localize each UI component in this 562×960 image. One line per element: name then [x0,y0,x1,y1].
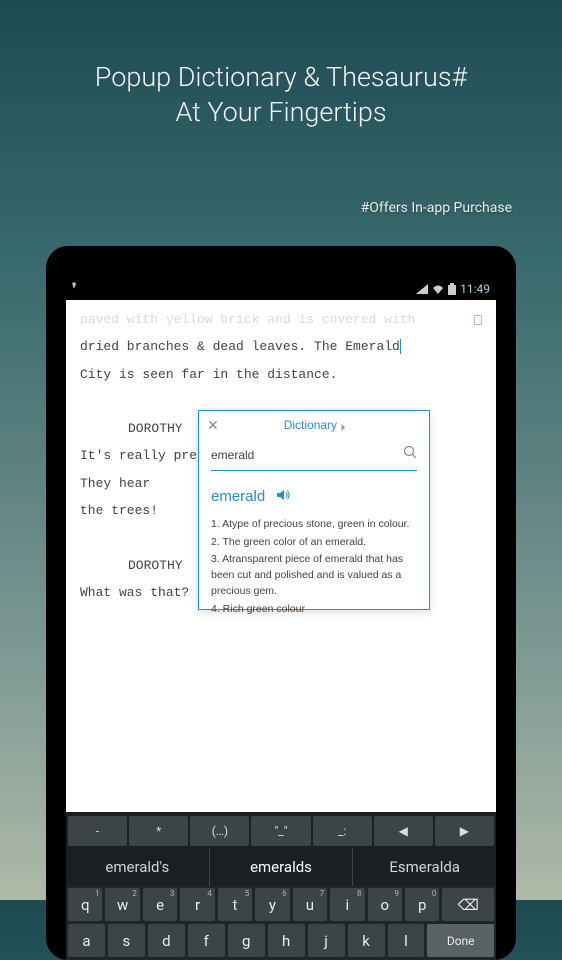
toolbar-key-dash[interactable]: - [68,816,127,846]
battery-icon [448,283,456,295]
keyboard-suggestions: emerald's emeralds Esmeralda [66,848,496,886]
suggestion[interactable]: Esmeralda [353,848,496,886]
app-logo-icon: ❜ [72,281,77,297]
dictionary-search-input[interactable] [211,448,403,462]
marketing-note: #Offers In-app Purchase [361,200,512,216]
key-d[interactable]: d [148,924,185,957]
device-frame: ❜ 11:49 ⎕ paved with yellow brick and is… [46,246,516,960]
key-l[interactable]: l [388,924,425,957]
key-t[interactable]: t5 [218,888,252,921]
dictionary-popup: ✕ Dictionary emerald 1. [198,410,430,610]
key-done[interactable]: Done [427,924,494,957]
key-p[interactable]: p0 [405,888,439,921]
marketing-header: Popup Dictionary & Thesaurus# At Your Fi… [0,0,562,130]
key-e[interactable]: e3 [143,888,177,921]
toolbar-key-parens[interactable]: (…) [190,816,249,846]
status-bar: ❜ 11:49 [66,278,496,300]
key-j[interactable]: j [308,924,345,957]
signal-icon [416,284,428,294]
suggestion-selected[interactable]: emeralds [210,848,354,886]
editor-line: paved with yellow brick and is covered w… [80,306,482,333]
definition: 1. Atype of precious stone, green in col… [211,517,417,533]
keyboard-toolbar: - * (…) "_" _: ◀ ▶ [66,812,496,848]
key-s[interactable]: s [108,924,145,957]
key-o[interactable]: o9 [368,888,402,921]
key-backspace[interactable]: ⌫ [442,888,494,921]
search-icon[interactable] [403,441,417,468]
toolbar-key-star[interactable]: * [129,816,188,846]
suggestion[interactable]: emerald's [66,848,210,886]
toolbar-key-right[interactable]: ▶ [435,816,494,846]
editor-line: City is seen far in the distance. [80,361,482,388]
close-icon[interactable]: ✕ [207,411,219,440]
key-w[interactable]: w2 [105,888,139,921]
device-screen: ❜ 11:49 ⎕ paved with yellow brick and is… [66,278,496,960]
entry-word: emerald [211,481,265,513]
key-k[interactable]: k [348,924,385,957]
definition: 2. The green color of an emerald. [211,535,417,551]
toolbar-key-left[interactable]: ◀ [374,816,433,846]
key-r[interactable]: r4 [180,888,214,921]
key-h[interactable]: h [268,924,305,957]
audio-icon[interactable] [277,483,291,510]
popup-title[interactable]: Dictionary [219,413,407,438]
key-a[interactable]: a [68,924,105,957]
marketing-title-1: Popup Dictionary & Thesaurus# [95,61,468,93]
marketing-title-2: At Your Fingertips [175,96,386,128]
key-i[interactable]: i8 [330,888,364,921]
definition: 4. Rich green colour [211,602,417,618]
text-editor[interactable]: ⎕ paved with yellow brick and is covered… [66,300,496,640]
key-g[interactable]: g [228,924,265,957]
key-y[interactable]: y6 [255,888,289,921]
key-u[interactable]: u7 [293,888,327,921]
wifi-icon [432,284,444,294]
editor-line: dried branches & dead leaves. The Emeral… [80,333,482,360]
status-clock: 11:49 [460,282,490,296]
toolbar-key-quotes[interactable]: "_" [251,816,310,846]
definition: 3. Atransparent piece of emerald that ha… [211,552,417,599]
toolbar-key-colon[interactable]: _: [313,816,372,846]
key-q[interactable]: q1 [68,888,102,921]
key-f[interactable]: f [188,924,225,957]
on-screen-keyboard: - * (…) "_" _: ◀ ▶ emerald's emeralds Es… [66,812,496,960]
